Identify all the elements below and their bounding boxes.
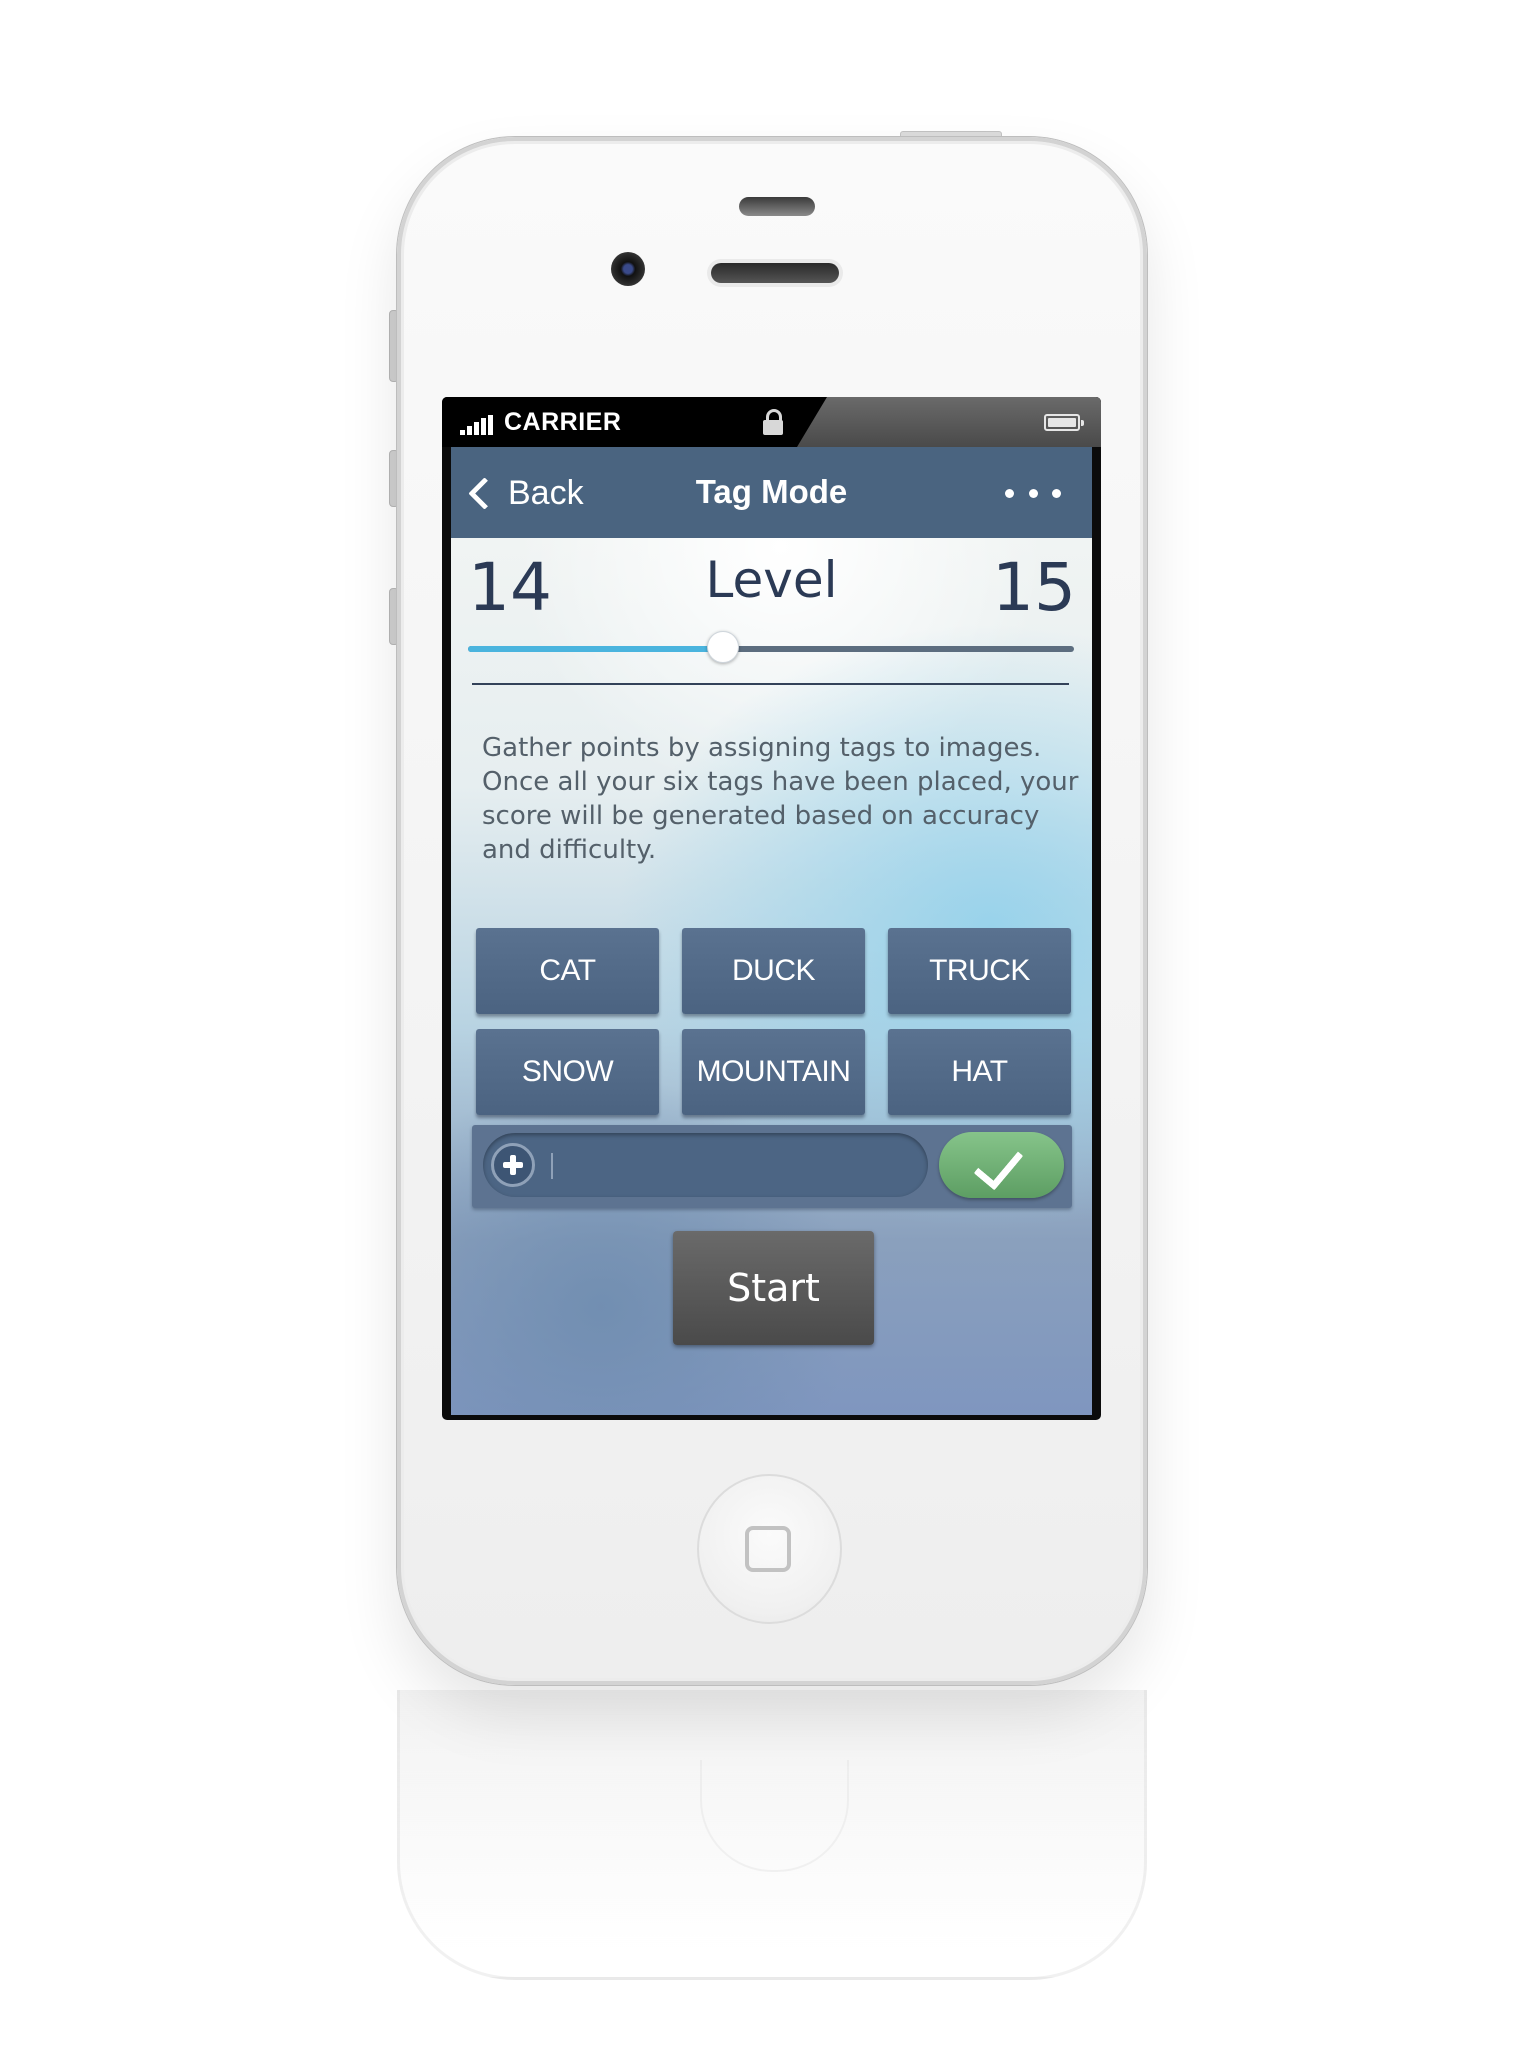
instructions-text: Gather points by assigning tags to image… xyxy=(482,733,1079,865)
signal-bars-icon xyxy=(460,415,500,435)
lock-icon xyxy=(761,409,785,437)
phone-screen: CARRIER Back Tag Mode 14 Level 15 Gather… xyxy=(442,397,1101,1420)
tag-button-snow[interactable]: SNOW xyxy=(476,1029,659,1115)
next-level: 15 xyxy=(992,549,1076,626)
front-camera xyxy=(611,252,645,286)
tag-button-hat[interactable]: HAT xyxy=(888,1029,1071,1115)
tag-input-bar xyxy=(472,1125,1072,1208)
back-button[interactable]: Back xyxy=(465,469,584,517)
tag-button-mountain[interactable]: MOUNTAIN xyxy=(682,1029,865,1115)
more-dot-icon xyxy=(1052,488,1061,498)
more-dot-icon xyxy=(1028,488,1038,498)
back-label: Back xyxy=(508,473,584,512)
text-caret xyxy=(551,1153,553,1179)
level-progress-slider[interactable] xyxy=(468,631,1074,667)
tag-button-truck[interactable]: TRUCK xyxy=(888,928,1071,1014)
battery-icon xyxy=(1044,414,1084,431)
confirm-tag-button[interactable] xyxy=(939,1132,1064,1198)
slider-thumb[interactable] xyxy=(706,631,739,663)
status-bar: CARRIER xyxy=(442,397,1101,447)
more-dot-icon xyxy=(1005,488,1014,498)
start-button[interactable]: Start xyxy=(673,1231,874,1345)
plus-icon[interactable] xyxy=(491,1143,535,1187)
tag-grid: CAT DUCK TRUCK SNOW MOUNTAIN HAT xyxy=(476,928,1071,1115)
tag-button-cat[interactable]: CAT xyxy=(476,928,659,1014)
carrier-name: CARRIER xyxy=(504,408,622,436)
section-divider xyxy=(472,683,1069,685)
nav-bar: Back Tag Mode xyxy=(451,447,1092,538)
home-square-icon xyxy=(745,1526,791,1572)
tag-mode-screen: Back Tag Mode 14 Level 15 Gather points … xyxy=(451,447,1092,1415)
proximity-sensor xyxy=(739,197,815,216)
earpiece-speaker xyxy=(711,263,839,283)
tag-button-duck[interactable]: DUCK xyxy=(682,928,865,1014)
more-options-button[interactable] xyxy=(1005,480,1061,506)
tag-input-field[interactable] xyxy=(483,1133,928,1197)
checkmark-icon xyxy=(973,1138,1024,1191)
slider-fill xyxy=(468,646,723,652)
chevron-left-icon xyxy=(468,476,501,510)
